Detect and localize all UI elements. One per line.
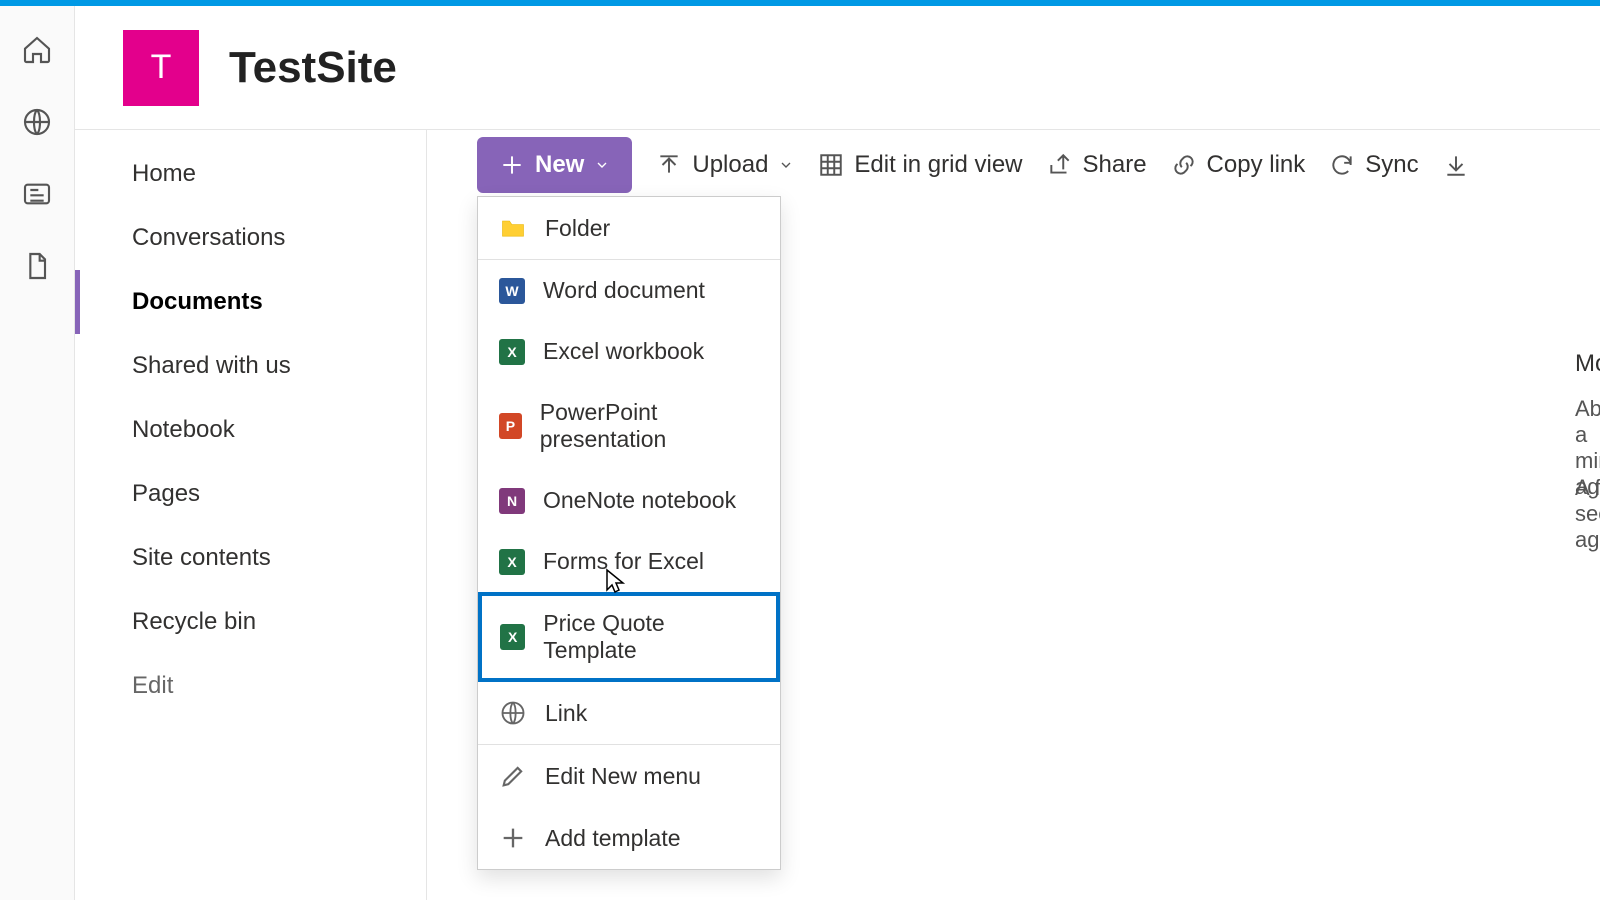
pencil-icon bbox=[499, 762, 527, 790]
menu-item-label: Folder bbox=[545, 215, 610, 242]
menu-item-label: PowerPoint presentation bbox=[540, 399, 759, 453]
nav-recycle-bin[interactable]: Recycle bin bbox=[75, 590, 426, 654]
grid-icon bbox=[818, 152, 844, 178]
news-icon[interactable] bbox=[21, 178, 53, 210]
new-menu-price-quote-template[interactable]: X Price Quote Template bbox=[478, 592, 780, 682]
menu-item-label: Price Quote Template bbox=[543, 610, 758, 664]
powerpoint-icon: P bbox=[499, 413, 522, 439]
table-row[interactable]: A few seconds ago Henry Legge bbox=[1255, 486, 1600, 542]
nav-conversations[interactable]: Conversations bbox=[75, 206, 426, 270]
new-menu-edit[interactable]: Edit New menu bbox=[478, 745, 780, 807]
new-menu-word[interactable]: W Word document bbox=[478, 260, 780, 321]
new-menu: Folder W Word document X Excel workbook … bbox=[477, 196, 781, 870]
download-icon bbox=[1443, 152, 1469, 178]
chevron-down-icon bbox=[778, 157, 794, 173]
new-menu-forms-excel[interactable]: X Forms for Excel bbox=[478, 531, 780, 592]
globe-icon[interactable] bbox=[21, 106, 53, 138]
nav-notebook[interactable]: Notebook bbox=[75, 398, 426, 462]
share-button[interactable]: Share bbox=[1047, 151, 1147, 179]
site-header: T TestSite bbox=[75, 6, 1600, 130]
menu-item-label: Word document bbox=[543, 277, 705, 304]
new-menu-powerpoint[interactable]: P PowerPoint presentation bbox=[478, 382, 780, 470]
home-icon[interactable] bbox=[21, 34, 53, 66]
site-title[interactable]: TestSite bbox=[229, 43, 397, 93]
menu-item-label: Excel workbook bbox=[543, 338, 704, 365]
left-nav: Home Conversations Documents Shared with… bbox=[75, 130, 427, 900]
site-logo[interactable]: T bbox=[123, 30, 199, 106]
column-modified-label: Modified bbox=[1575, 350, 1600, 378]
share-icon bbox=[1047, 152, 1073, 178]
new-menu-onenote[interactable]: N OneNote notebook bbox=[478, 470, 780, 531]
edit-grid-label: Edit in grid view bbox=[854, 151, 1022, 179]
sync-label: Sync bbox=[1365, 151, 1418, 179]
link-icon bbox=[1171, 152, 1197, 178]
menu-item-label: Add template bbox=[545, 825, 681, 852]
sync-button[interactable]: Sync bbox=[1329, 151, 1418, 179]
plus-icon bbox=[499, 824, 527, 852]
excel-icon: X bbox=[499, 339, 525, 365]
copy-link-label: Copy link bbox=[1207, 151, 1306, 179]
app-rail bbox=[0, 6, 75, 900]
column-modified[interactable]: Modified bbox=[1575, 350, 1600, 378]
new-button[interactable]: New bbox=[477, 137, 632, 193]
new-menu-add-template[interactable]: Add template bbox=[478, 807, 780, 869]
nav-documents[interactable]: Documents bbox=[75, 270, 426, 334]
nav-shared[interactable]: Shared with us bbox=[75, 334, 426, 398]
onenote-icon: N bbox=[499, 488, 525, 514]
menu-item-label: Edit New menu bbox=[545, 763, 701, 790]
table-row[interactable]: About a minute ago Henry Legge bbox=[1255, 420, 1600, 476]
globe-icon bbox=[499, 699, 527, 727]
folder-icon bbox=[499, 214, 527, 242]
edit-grid-button[interactable]: Edit in grid view bbox=[818, 151, 1022, 179]
nav-edit[interactable]: Edit bbox=[75, 654, 426, 718]
new-button-label: New bbox=[535, 151, 584, 179]
upload-icon bbox=[656, 152, 682, 178]
excel-icon: X bbox=[500, 624, 525, 650]
menu-item-label: OneNote notebook bbox=[543, 487, 736, 514]
new-menu-link[interactable]: Link bbox=[478, 682, 780, 744]
excel-icon: X bbox=[499, 549, 525, 575]
nav-site-contents[interactable]: Site contents bbox=[75, 526, 426, 590]
menu-item-label: Forms for Excel bbox=[543, 548, 704, 575]
nav-home[interactable]: Home bbox=[75, 142, 426, 206]
new-menu-excel[interactable]: X Excel workbook bbox=[478, 321, 780, 382]
copy-link-button[interactable]: Copy link bbox=[1171, 151, 1306, 179]
plus-icon bbox=[499, 152, 525, 178]
sync-icon bbox=[1329, 152, 1355, 178]
command-bar: New Upload Edit in grid view Share Copy … bbox=[475, 135, 1600, 195]
download-button[interactable] bbox=[1443, 152, 1469, 178]
chevron-down-icon bbox=[594, 157, 610, 173]
file-icon[interactable] bbox=[21, 250, 53, 282]
word-icon: W bbox=[499, 278, 525, 304]
menu-item-label: Link bbox=[545, 700, 587, 727]
nav-pages[interactable]: Pages bbox=[75, 462, 426, 526]
new-menu-folder[interactable]: Folder bbox=[478, 197, 780, 259]
upload-button[interactable]: Upload bbox=[656, 151, 794, 179]
share-label: Share bbox=[1083, 151, 1147, 179]
cell-modified: A few seconds ago bbox=[1575, 475, 1600, 553]
upload-label: Upload bbox=[692, 151, 768, 179]
